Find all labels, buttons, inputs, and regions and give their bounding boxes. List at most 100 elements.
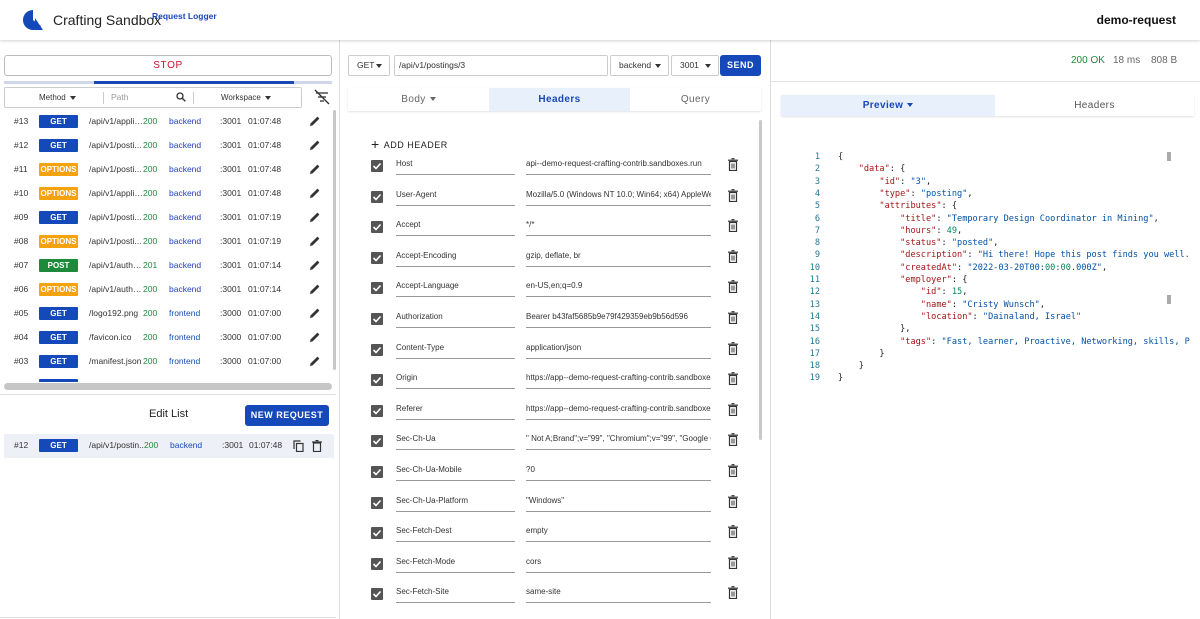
header-name-input[interactable]: Origin: [396, 371, 515, 390]
header-enabled-checkbox[interactable]: [371, 221, 383, 234]
search-icon[interactable]: [176, 92, 186, 102]
header-value-input[interactable]: " Not A;Brand";v="99", "Chromium";v="99"…: [526, 432, 711, 451]
header-enabled-checkbox[interactable]: [371, 343, 383, 356]
list-horizontal-scrollbar[interactable]: [4, 383, 332, 390]
edit-icon[interactable]: [309, 283, 321, 295]
request-row[interactable]: #07 POST/api/v1/authe... 201 backend:3001 01…: [0, 254, 336, 278]
header-name-input[interactable]: Sec-Fetch-Mode: [396, 555, 515, 573]
trash-icon[interactable]: [728, 188, 738, 202]
header-name-input[interactable]: Referer: [396, 402, 515, 420]
method-filter[interactable]: Method: [39, 93, 76, 102]
request-row[interactable]: #10 OPTIONS/api/v1/applic... 200 backend:30…: [0, 182, 336, 206]
trash-icon[interactable]: [728, 402, 738, 416]
stop-button[interactable]: STOP: [4, 55, 332, 76]
edit-icon[interactable]: [309, 235, 321, 247]
trash-icon[interactable]: [728, 372, 738, 386]
edit-icon[interactable]: [309, 163, 321, 175]
header-name-input[interactable]: Authorization: [396, 310, 515, 328]
trash-icon[interactable]: [312, 440, 322, 452]
header-value-input[interactable]: same-site: [526, 585, 711, 604]
header-enabled-checkbox[interactable]: [371, 251, 383, 264]
clear-filter-icon[interactable]: [314, 89, 330, 105]
header-value-input[interactable]: empty: [526, 524, 711, 543]
edit-icon[interactable]: [309, 187, 321, 199]
path-filter-input[interactable]: Path: [111, 92, 129, 102]
request-row[interactable]: #09 GET/api/v1/posti... 200 backend:3001 01:…: [0, 206, 336, 230]
tab-query[interactable]: Query: [630, 88, 761, 111]
header-value-input[interactable]: gzip, deflate, br: [526, 249, 711, 267]
tab-body[interactable]: Body: [348, 88, 489, 111]
edit-icon[interactable]: [309, 307, 321, 319]
request-row[interactable]: #03 GET/manifest.json 200 frontend:3000 01:0…: [0, 350, 336, 374]
header-name-input[interactable]: Sec-Ch-Ua-Platform: [396, 494, 515, 512]
header-enabled-checkbox[interactable]: [371, 160, 383, 172]
header-value-input[interactable]: */*: [526, 218, 711, 237]
header-value-input[interactable]: application/json: [526, 341, 711, 359]
header-enabled-checkbox[interactable]: [371, 282, 383, 295]
trash-icon[interactable]: [728, 249, 738, 263]
port-select[interactable]: 3001: [671, 55, 719, 76]
header-name-input[interactable]: Accept: [396, 218, 515, 237]
header-name-input[interactable]: Sec-Fetch-Site: [396, 585, 515, 604]
request-row[interactable]: #08 OPTIONS/api/v1/posti... 200 backend:300…: [0, 230, 336, 254]
request-row[interactable]: #04 GET/favicon.ico 200 frontend:3000 01:07:…: [0, 326, 336, 350]
header-enabled-checkbox[interactable]: [371, 404, 383, 417]
header-value-input[interactable]: https://app--demo-request-crafting-contr…: [526, 371, 711, 390]
header-value-input[interactable]: ?0: [526, 463, 711, 481]
tab-headers[interactable]: Headers: [489, 88, 630, 111]
request-row[interactable]: #11 OPTIONS/api/v1/posti... 200 backend:300…: [0, 158, 336, 182]
trash-icon[interactable]: [728, 341, 738, 355]
tab-preview[interactable]: Preview: [781, 95, 995, 116]
method-select[interactable]: GET: [348, 55, 390, 76]
trash-icon[interactable]: [728, 586, 738, 600]
trash-icon[interactable]: [728, 311, 738, 325]
header-value-input[interactable]: en-US,en;q=0.9: [526, 279, 711, 298]
headers-vertical-scrollbar[interactable]: [759, 120, 762, 440]
request-row[interactable]: #05 GET/logo192.png 200 frontend:3000 01:07:…: [0, 302, 336, 326]
header-enabled-checkbox[interactable]: [371, 313, 383, 325]
header-name-input[interactable]: Accept-Language: [396, 279, 515, 298]
edit-icon[interactable]: [309, 115, 321, 127]
add-header-button[interactable]: + ADD HEADER: [371, 135, 448, 152]
header-name-input[interactable]: Accept-Encoding: [396, 249, 515, 267]
response-code-view[interactable]: 1{2 "data": {3 "id": "3", 4 "type": "post…: [801, 150, 1200, 400]
header-name-input[interactable]: Content-Type: [396, 341, 515, 359]
request-row[interactable]: #06 OPTIONS/api/v1/authe... 200 backend:300…: [0, 278, 336, 302]
edit-icon[interactable]: [309, 355, 321, 367]
trash-icon[interactable]: [728, 464, 738, 478]
header-name-input[interactable]: Sec-Ch-Ua: [396, 432, 515, 451]
trash-icon[interactable]: [728, 525, 738, 539]
header-value-input[interactable]: https://app--demo-request-crafting-contr…: [526, 402, 711, 420]
header-name-input[interactable]: User-Agent: [396, 188, 515, 206]
header-enabled-checkbox[interactable]: [371, 527, 383, 540]
header-value-input[interactable]: Mozilla/5.0 (Windows NT 10.0; Win64; x64…: [526, 188, 711, 206]
header-name-input[interactable]: Sec-Fetch-Dest: [396, 524, 515, 543]
header-value-input[interactable]: "Windows": [526, 494, 711, 512]
header-value-input[interactable]: api--demo-request-crafting-contrib.sandb…: [526, 157, 711, 175]
edit-icon[interactable]: [309, 139, 321, 151]
copy-icon[interactable]: [293, 440, 304, 452]
header-enabled-checkbox[interactable]: [371, 466, 383, 478]
trash-icon[interactable]: [728, 433, 738, 447]
header-enabled-checkbox[interactable]: [371, 190, 383, 203]
request-row[interactable]: #13 GET/api/v1/applic... 200 backend:3001 01…: [0, 110, 336, 134]
trash-icon[interactable]: [728, 494, 738, 508]
trash-icon[interactable]: [728, 555, 738, 569]
header-name-input[interactable]: Host: [396, 157, 515, 175]
trash-icon[interactable]: [728, 158, 738, 172]
tab-response-headers[interactable]: Headers: [995, 95, 1194, 116]
header-enabled-checkbox[interactable]: [371, 557, 383, 570]
request-row[interactable]: #12 GET/api/v1/posti... 200 backend:3001 01:…: [0, 134, 336, 158]
new-request-button[interactable]: NEW REQUEST: [245, 405, 329, 426]
workspace-select[interactable]: backend: [610, 55, 669, 76]
header-enabled-checkbox[interactable]: [371, 435, 383, 448]
edit-icon[interactable]: [309, 211, 321, 223]
edit-icon[interactable]: [309, 259, 321, 271]
edit-list-item[interactable]: #12 GET /api/v1/postin... 200 backend :3…: [4, 434, 334, 458]
send-button[interactable]: SEND: [720, 55, 761, 76]
trash-icon[interactable]: [728, 219, 738, 233]
trash-icon[interactable]: [728, 280, 738, 294]
header-value-input[interactable]: Bearer b43faf5685b9e79f429359eb9b56d596: [526, 310, 711, 328]
header-name-input[interactable]: Sec-Ch-Ua-Mobile: [396, 463, 515, 481]
list-vertical-scrollbar[interactable]: [333, 110, 336, 370]
